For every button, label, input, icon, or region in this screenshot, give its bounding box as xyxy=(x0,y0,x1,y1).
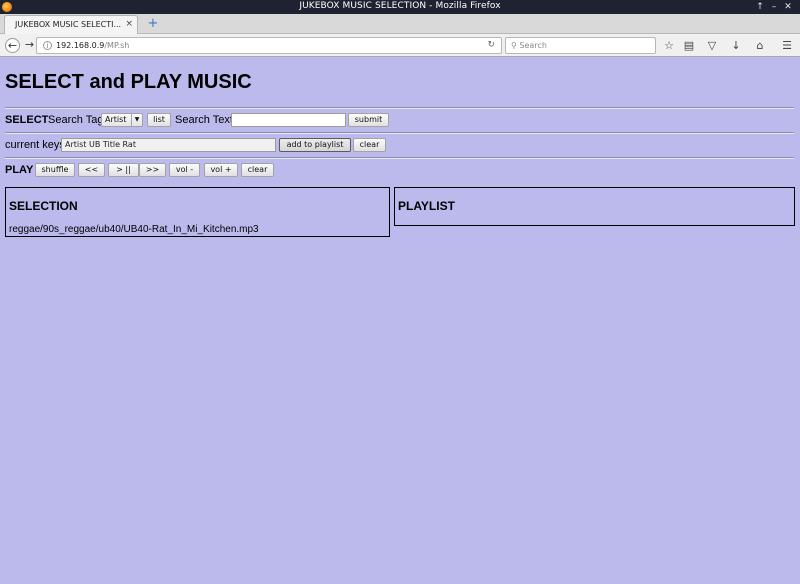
pocket-icon[interactable]: ▽ xyxy=(704,38,720,53)
url-bar[interactable]: i 192.168.0.9/MP.sh ↻ xyxy=(36,37,502,54)
play-label: PLAY xyxy=(5,164,34,176)
tab-strip: JUKEBOX MUSIC SELECTI... × + xyxy=(0,14,800,35)
clear-playlist-button[interactable]: clear xyxy=(241,163,274,177)
selection-title: SELECTION xyxy=(9,199,78,213)
play-row: PLAY shuffle << > || >> vol - vol + clea… xyxy=(5,163,795,179)
downloads-arrow-icon[interactable]: ↓ xyxy=(728,38,744,53)
nav-bar: ← → i 192.168.0.9/MP.sh ↻ ⚲ Search ☆ ▤ ▽ … xyxy=(0,34,800,57)
divider xyxy=(5,132,794,134)
new-tab-plus-icon[interactable]: + xyxy=(146,17,160,31)
search-magnifier-icon: ⚲ xyxy=(511,41,517,50)
keys-row: current keys Artist UB Title Rat add to … xyxy=(5,138,795,154)
tab-jukebox[interactable]: JUKEBOX MUSIC SELECTI... × xyxy=(4,15,138,35)
window-titlebar: JUKEBOX MUSIC SELECTION - Mozilla Firefo… xyxy=(0,0,800,14)
volume-down-button[interactable]: vol - xyxy=(169,163,200,177)
window-minimize-icon[interactable]: – xyxy=(768,0,780,14)
playlist-title: PLAYLIST xyxy=(398,199,455,213)
shuffle-button[interactable]: shuffle xyxy=(35,163,75,177)
window-maximize-icon[interactable]: ↑ xyxy=(754,0,766,14)
play-pause-button[interactable]: > || xyxy=(108,163,139,177)
current-keys-label: current keys xyxy=(5,139,65,151)
dropdown-arrow-icon: ▼ xyxy=(131,114,142,126)
window-title: JUKEBOX MUSIC SELECTION - Mozilla Firefo… xyxy=(299,1,501,11)
search-tag-label: Search Tag xyxy=(48,114,104,126)
search-tag-value: Artist xyxy=(105,115,127,124)
menu-hamburger-icon[interactable]: ☰ xyxy=(779,38,795,53)
selection-item[interactable]: reggae/90s_reggae/ub40/UB40-Rat_In_Mi_Ki… xyxy=(9,224,259,235)
add-to-playlist-button[interactable]: add to playlist xyxy=(279,138,351,152)
previous-button[interactable]: << xyxy=(78,163,105,177)
tab-label: JUKEBOX MUSIC SELECTI... xyxy=(15,20,122,29)
window-close-icon[interactable]: ✕ xyxy=(782,0,794,14)
current-keys-field[interactable]: Artist UB Title Rat xyxy=(61,138,276,152)
search-placeholder: Search xyxy=(519,41,547,50)
url-path: /MP.sh xyxy=(104,41,130,50)
playlist-panel: PLAYLIST xyxy=(394,187,795,226)
reload-icon[interactable]: ↻ xyxy=(487,38,495,53)
search-text-label: Search Text xyxy=(175,114,233,126)
clear-keys-button[interactable]: clear xyxy=(353,138,386,152)
home-icon[interactable]: ⌂ xyxy=(752,38,768,53)
page-title: SELECT and PLAY MUSIC xyxy=(5,71,252,93)
selection-panel: SELECTION reggae/90s_reggae/ub40/UB40-Ra… xyxy=(5,187,390,237)
tab-close-icon[interactable]: × xyxy=(125,16,133,33)
divider xyxy=(5,107,794,109)
url-host: 192.168.0.9 xyxy=(56,41,105,50)
select-label: SELECT xyxy=(5,114,49,126)
page-body: SELECT and PLAY MUSIC SELECT Search Tag … xyxy=(0,58,800,584)
list-button[interactable]: list xyxy=(147,113,171,127)
back-arrow-icon[interactable]: ← xyxy=(5,38,20,53)
site-info-icon[interactable]: i xyxy=(43,41,52,50)
submit-button[interactable]: submit xyxy=(348,113,389,127)
search-text-input[interactable] xyxy=(231,113,346,127)
select-row: SELECT Search Tag Artist ▼ list Search T… xyxy=(5,113,795,129)
volume-up-button[interactable]: vol + xyxy=(204,163,238,177)
divider xyxy=(5,157,794,159)
search-bar[interactable]: ⚲ Search xyxy=(505,37,656,54)
next-button[interactable]: >> xyxy=(139,163,166,177)
bookmark-star-icon[interactable]: ☆ xyxy=(661,38,677,53)
search-tag-select[interactable]: Artist ▼ xyxy=(101,113,143,127)
reading-list-icon[interactable]: ▤ xyxy=(681,38,697,53)
forward-arrow-icon[interactable]: → xyxy=(22,38,37,53)
